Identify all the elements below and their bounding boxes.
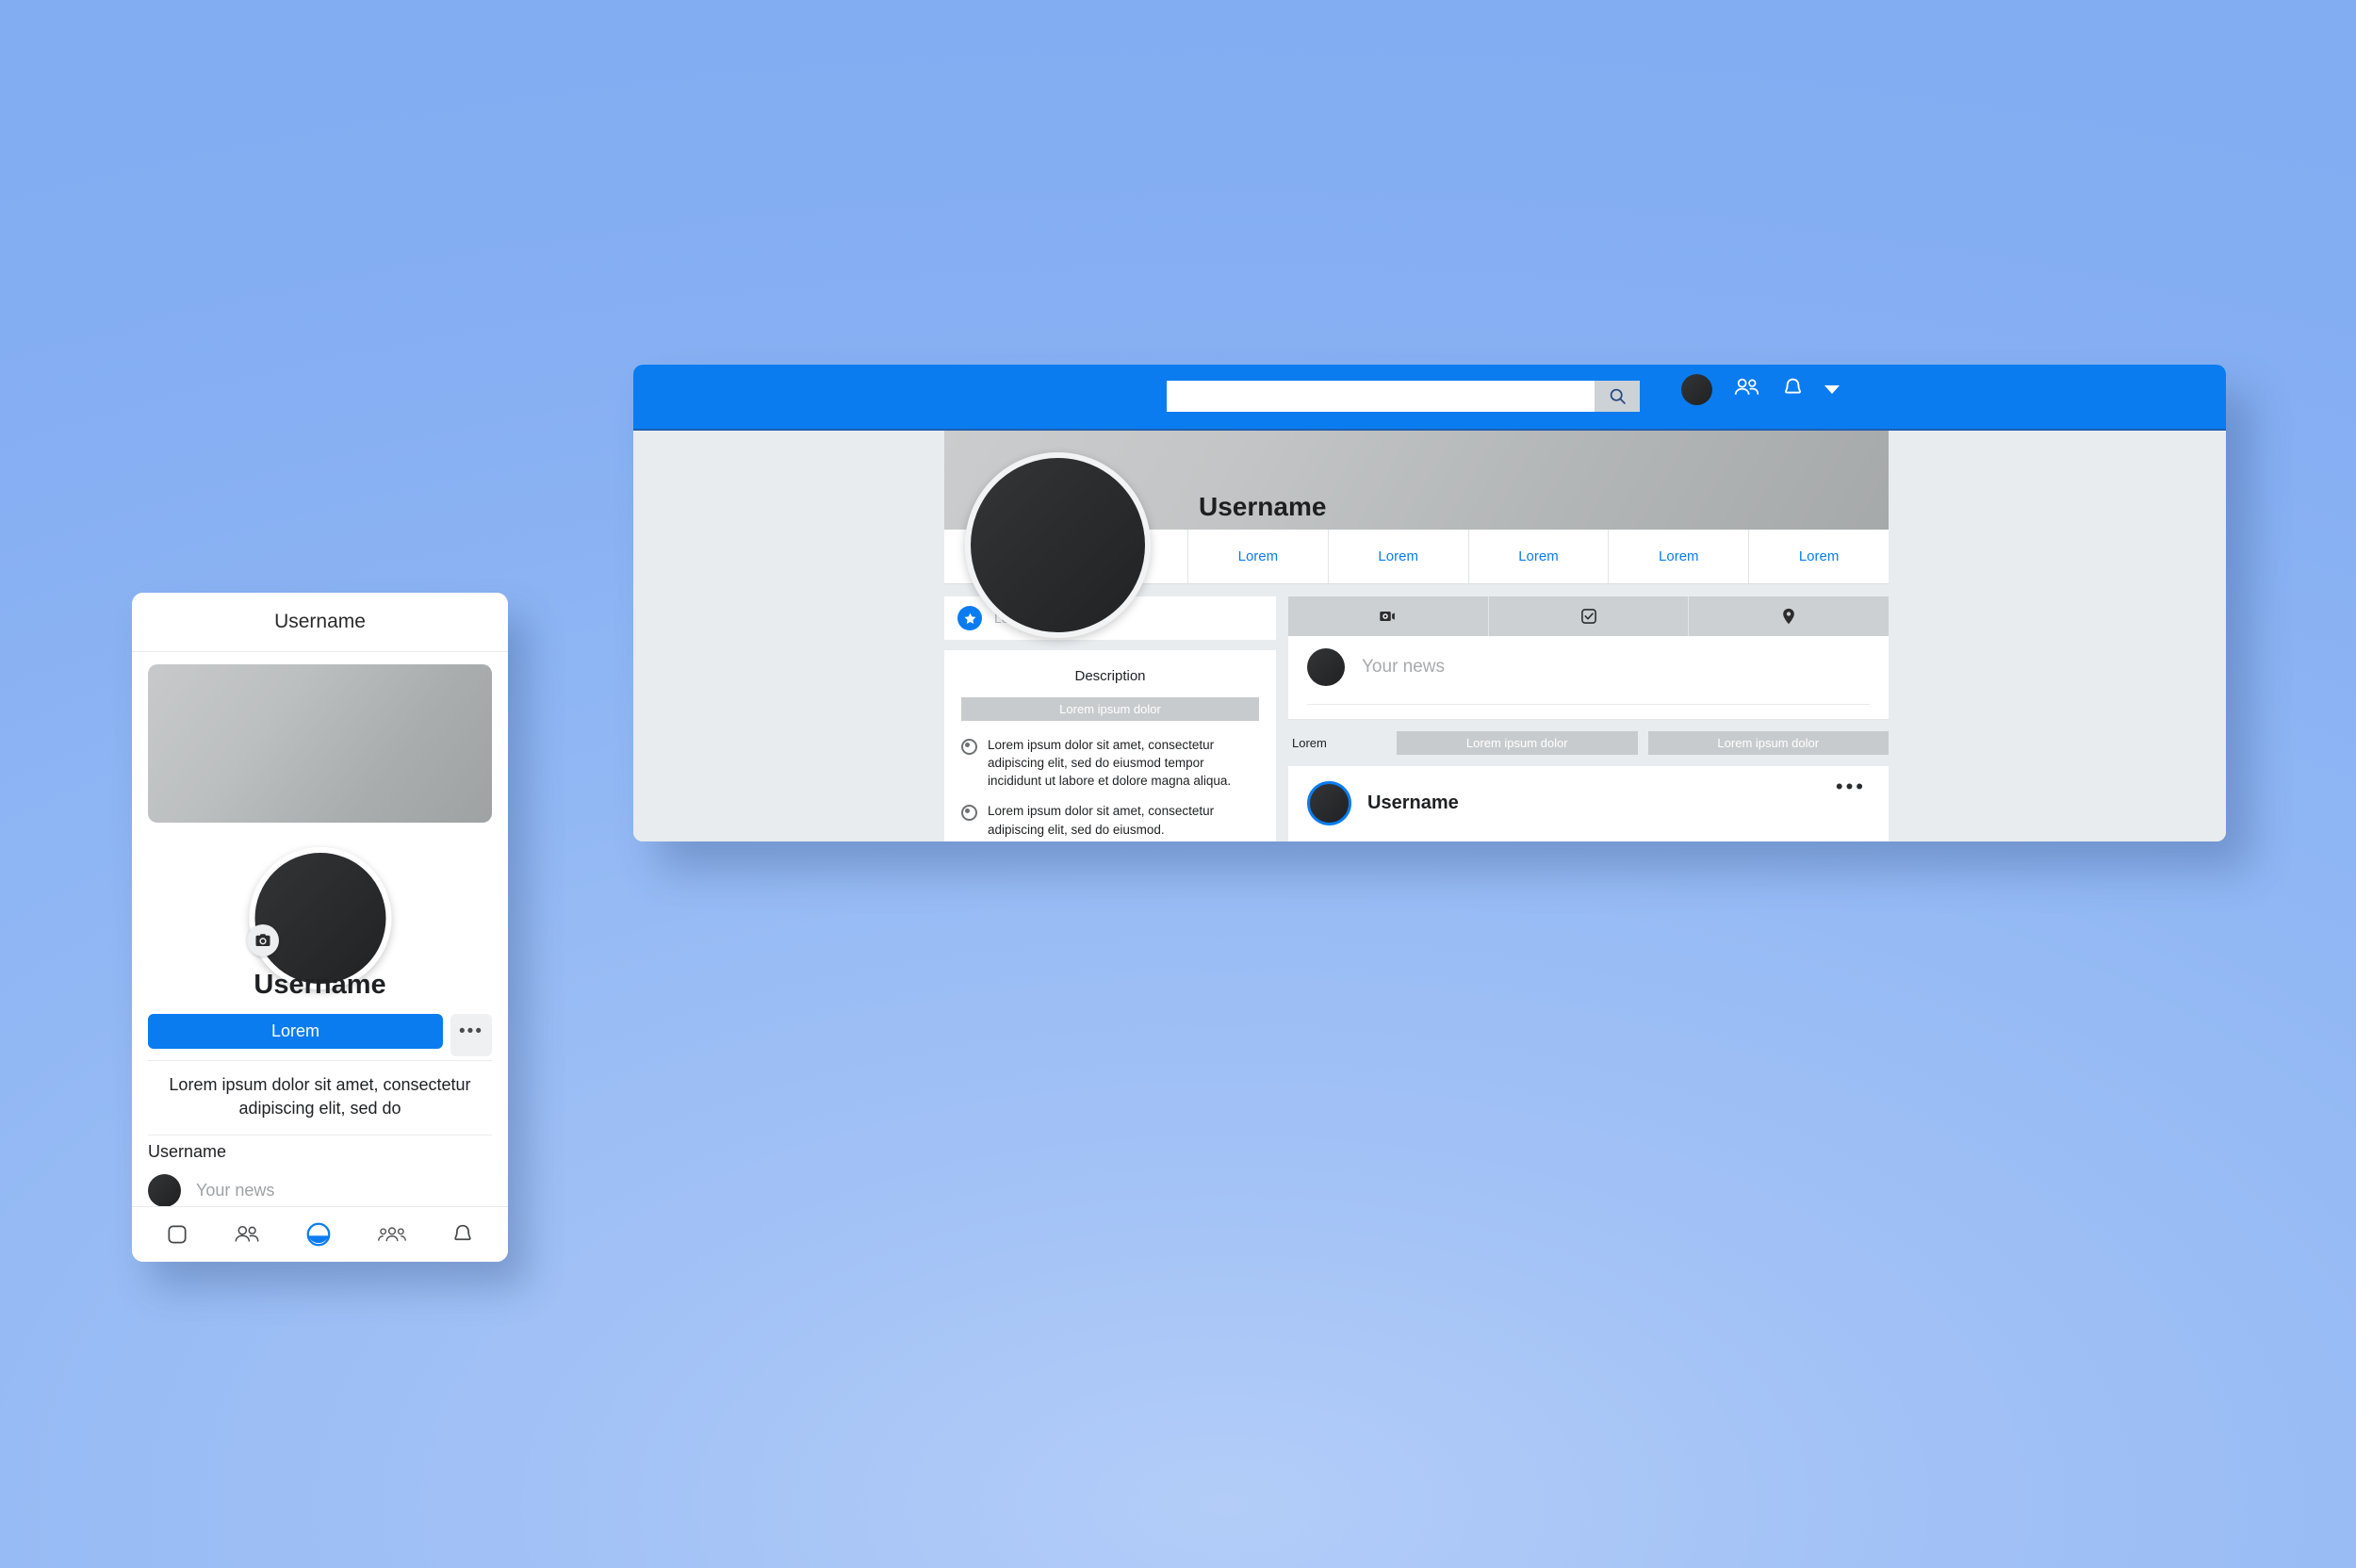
news-composer-row: Your news [1288,636,1889,686]
search-bar[interactable] [1167,381,1640,412]
post-card: Username ••• Lorem ipsum dolor sit amet,… [1288,766,1889,841]
page-title: Username [1199,492,1327,521]
description-top-button[interactable]: Lorem ipsum dolor [961,697,1259,721]
tab-lorem-3[interactable]: Lorem [1469,530,1610,583]
friends-icon[interactable] [233,1222,261,1247]
list-item-text: Lorem ipsum dolor sit amet, consectetur … [988,804,1215,837]
post-author-name: Username [1367,792,1459,813]
mobile-topbar-title: Username [274,611,366,632]
mobile-section-label: Username [148,1142,227,1161]
mobile-cover-photo[interactable] [148,664,492,823]
post-header: Username ••• [1288,766,1889,825]
mobile-news-composer[interactable]: Your news [148,1174,274,1207]
tab-lorem-4[interactable]: Lorem [1609,530,1750,583]
tab-lorem-5[interactable]: Lorem [1749,530,1889,583]
location-pin-icon[interactable] [1689,596,1889,636]
composer-actions: Lorem Lorem ipsum dolor Lorem ipsum dolo… [1288,720,1889,766]
desktop-avatar[interactable] [965,452,1151,638]
tab-lorem-1[interactable]: Lorem [1188,530,1329,583]
post-body-text: Lorem ipsum dolor sit amet, consectetur … [1288,825,1889,841]
star-icon[interactable] [957,606,982,630]
desktop-body: Username Lorem Lorem Lorem Lorem Lorem D… [633,431,2226,841]
actions-label: Lorem [1292,736,1327,750]
tab-lorem-2[interactable]: Lorem [1329,530,1469,583]
friends-icon[interactable] [1732,376,1761,403]
description-panel: Description Lorem ipsum dolor Lorem ipsu… [944,650,1276,841]
chevron-down-icon[interactable] [1824,385,1840,394]
news-composer[interactable]: Your news [1288,636,1889,720]
camera-icon[interactable] [247,924,279,956]
mobile-more-button[interactable]: ••• [450,1014,492,1056]
composer-tab-bar [1288,596,1889,636]
globe-icon[interactable] [304,1220,333,1249]
list-item-text: Lorem ipsum dolor sit amet, consectetur … [988,738,1232,789]
square-icon[interactable] [165,1222,189,1247]
left-column: Lorem ipsum dolor Description Lorem ipsu… [944,596,1276,841]
description-title: Description [1074,668,1146,684]
action-button-1[interactable]: Lorem ipsum dolor [1397,731,1638,755]
action-button-2[interactable]: Lorem ipsum dolor [1647,731,1889,755]
mobile-topbar: Username [132,593,508,652]
mobile-avatar[interactable] [249,847,391,989]
desktop-window: Username Lorem Lorem Lorem Lorem Lorem D… [633,365,2226,841]
composer-avatar [1307,648,1345,686]
mobile-news-placeholder[interactable]: Your news [196,1181,274,1200]
composer-placeholder[interactable]: Your news [1362,657,1445,678]
bell-icon[interactable] [450,1222,475,1247]
mobile-button-row: Lorem ••• [148,1014,492,1056]
video-camera-icon[interactable] [1288,596,1489,636]
list-item: Lorem ipsum dolor sit amet, consectetur … [961,802,1259,838]
checklist-image-icon[interactable] [1489,596,1690,636]
desktop-content-column: Username Lorem Lorem Lorem Lorem Lorem D… [944,431,1889,841]
search-icon[interactable] [1595,381,1640,412]
right-column: Your news Lorem Lorem ipsum dolor Lorem … [1288,596,1889,841]
composer-divider [1307,704,1870,705]
header-icon-group [1681,374,1840,405]
groups-icon[interactable] [377,1222,407,1247]
desktop-header-bar [633,365,2226,431]
mobile-bio-text: Lorem ipsum dolor sit amet, consectetur … [148,1060,492,1120]
list-item: Lorem ipsum dolor sit amet, consectetur … [961,736,1259,790]
mobile-primary-button[interactable]: Lorem [148,1014,443,1049]
mobile-profile-name: Username [254,970,386,1000]
avatar[interactable] [1681,374,1712,405]
description-list: Lorem ipsum dolor sit amet, consectetur … [961,736,1259,841]
post-avatar[interactable] [1307,781,1351,825]
bullet-icon [961,739,977,755]
bullet-icon [961,805,977,822]
search-input[interactable] [1167,381,1595,412]
mobile-mockup: Username Username Lorem ••• Lorem ipsum … [132,593,508,1262]
mobile-tabbar [132,1206,508,1262]
bell-icon[interactable] [1781,376,1805,404]
mobile-shell: Username Username Lorem ••• Lorem ipsum … [132,593,508,1262]
mobile-news-avatar [148,1174,181,1207]
mobile-cover-wrap [132,652,508,823]
